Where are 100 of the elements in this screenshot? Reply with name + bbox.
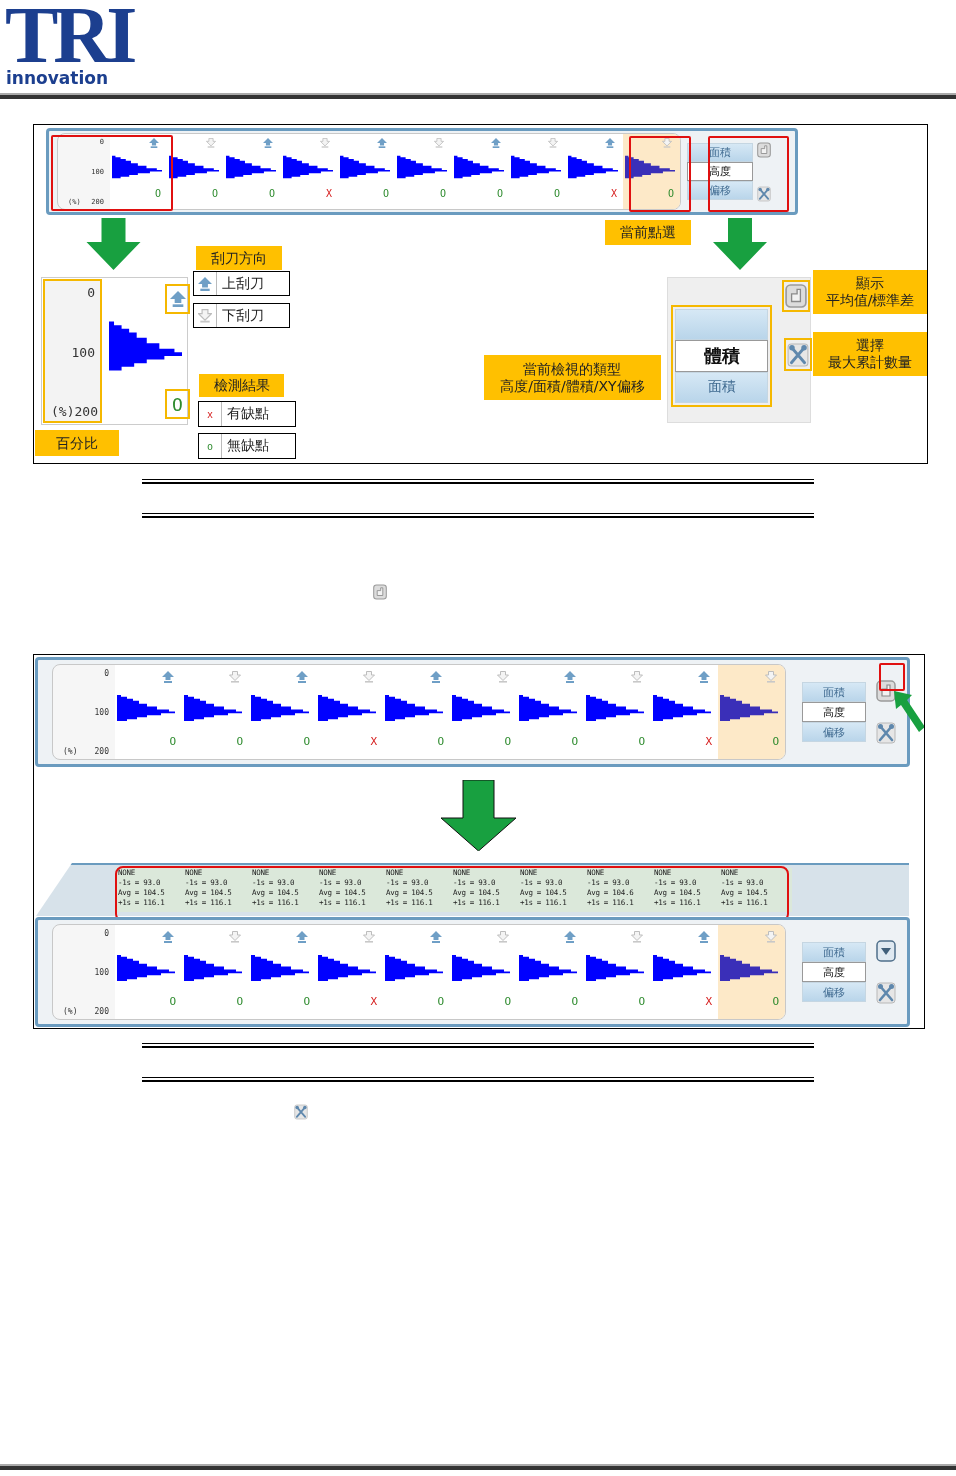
histogram-cell[interactable]: O xyxy=(110,134,167,209)
tools-icon[interactable] xyxy=(876,982,896,1004)
result-mark: O xyxy=(439,188,446,199)
histogram-drawing xyxy=(653,953,711,983)
histogram-cell[interactable]: O xyxy=(383,665,450,759)
type-option[interactable]: 面積 xyxy=(687,143,753,162)
logo-tagline: innovation xyxy=(6,68,108,88)
axis-label: 200 xyxy=(74,404,98,419)
result-mark: O xyxy=(236,735,243,748)
histogram-drawing xyxy=(318,953,376,983)
callout-label: 刮刀方向 xyxy=(196,246,282,270)
type-option[interactable]: 高度 xyxy=(687,162,753,181)
histogram-cell[interactable]: X xyxy=(316,925,383,1019)
histogram-drawing xyxy=(586,693,644,723)
histogram-cell[interactable]: O xyxy=(517,665,584,759)
stats-icon[interactable] xyxy=(373,584,387,600)
histogram-cell[interactable]: X xyxy=(651,925,718,1019)
callout-label: 當前點選 xyxy=(605,220,691,245)
histogram-cell[interactable]: O xyxy=(182,665,249,759)
legend-label: 上刮刀 xyxy=(222,274,264,293)
result-mark: O xyxy=(382,188,389,199)
histogram-cell[interactable]: X xyxy=(316,665,383,759)
histogram-cell[interactable]: O xyxy=(452,134,509,209)
histogram-cell[interactable]: O xyxy=(395,134,452,209)
type-option[interactable] xyxy=(675,309,768,341)
stats-icon[interactable] xyxy=(757,141,771,158)
histogram-drawing xyxy=(568,154,618,180)
result-mark: O xyxy=(504,735,511,748)
histogram-drawing xyxy=(318,693,376,723)
result-mark: X xyxy=(370,995,377,1008)
histogram-cell[interactable]: O xyxy=(383,925,450,1019)
histogram-drawing xyxy=(226,154,276,180)
result-mark: X xyxy=(705,735,712,748)
result-mark: X xyxy=(705,995,712,1008)
histogram-cell[interactable]: O xyxy=(509,134,566,209)
result-mark: O xyxy=(268,188,275,199)
legend-label: 有缺點 xyxy=(227,405,269,423)
result-mark: O xyxy=(169,735,176,748)
histogram-cell[interactable]: O xyxy=(115,665,182,759)
histogram-drawing xyxy=(385,953,443,983)
histogram-drawing xyxy=(184,953,242,983)
histogram-cell[interactable]: X xyxy=(566,134,623,209)
type-option[interactable]: 偏移 xyxy=(802,982,866,1002)
axis-label: 100 xyxy=(94,708,109,717)
histogram-cell[interactable]: O xyxy=(718,665,785,759)
histogram-drawing xyxy=(397,154,447,180)
histogram-cell[interactable]: O xyxy=(115,925,182,1019)
histogram-drawing xyxy=(251,693,309,723)
axis-label: 200 xyxy=(94,747,109,756)
result-mark: O xyxy=(667,188,674,199)
histogram-drawing xyxy=(251,953,309,983)
result-mark: O xyxy=(303,995,310,1008)
histogram-cell[interactable]: O xyxy=(517,925,584,1019)
result-mark: O xyxy=(437,735,444,748)
type-option[interactable]: 面積 xyxy=(802,682,866,702)
result-mark: O xyxy=(571,995,578,1008)
histogram-cell[interactable]: O xyxy=(584,665,651,759)
histogram-cell[interactable]: O xyxy=(167,134,224,209)
type-option[interactable]: 面積 xyxy=(675,371,768,403)
histogram-drawing xyxy=(653,693,711,723)
histogram-cell[interactable]: O xyxy=(450,925,517,1019)
axis-label: 0 xyxy=(104,669,109,678)
histogram-cell[interactable]: O xyxy=(182,925,249,1019)
pointer-arrow xyxy=(713,218,767,270)
histogram-cell[interactable]: O xyxy=(249,665,316,759)
type-option[interactable]: 偏移 xyxy=(802,722,866,742)
histogram-cell[interactable]: X xyxy=(651,665,718,759)
tools-icon[interactable] xyxy=(876,722,896,744)
type-option[interactable]: 偏移 xyxy=(687,181,753,200)
histogram-drawing xyxy=(625,154,675,180)
tools-icon[interactable] xyxy=(757,185,771,202)
type-option[interactable]: 體積 xyxy=(675,340,768,372)
callout-label: 當前檢視的類型 高度/面積/體積/XY偏移 xyxy=(484,355,661,400)
histogram-drawing xyxy=(283,154,333,180)
histogram-cell[interactable]: X xyxy=(281,134,338,209)
tools-icon[interactable] xyxy=(294,1104,308,1120)
histogram-cell[interactable]: O xyxy=(249,925,316,1019)
axis-label: 100 xyxy=(71,344,95,360)
type-option[interactable]: 高度 xyxy=(802,702,866,722)
type-option[interactable]: 高度 xyxy=(802,962,866,982)
result-mark: O xyxy=(553,188,560,199)
result-mark: X xyxy=(325,188,332,199)
histogram-cell[interactable]: O xyxy=(623,134,680,209)
type-option[interactable]: 面積 xyxy=(802,942,866,962)
histogram-drawing xyxy=(184,693,242,723)
histogram-drawing xyxy=(519,693,577,723)
histogram-cell[interactable]: O xyxy=(584,925,651,1019)
histogram-drawing xyxy=(117,953,175,983)
caret-down-icon[interactable] xyxy=(876,940,896,962)
histogram-cell[interactable]: O xyxy=(224,134,281,209)
result-mark: O xyxy=(504,995,511,1008)
result-mark: o xyxy=(207,440,213,452)
histogram-drawing xyxy=(340,154,390,180)
result-mark: O xyxy=(172,393,183,415)
histogram-cell[interactable]: O xyxy=(718,925,785,1019)
histogram-cell[interactable]: O xyxy=(450,665,517,759)
histogram-drawing xyxy=(385,693,443,723)
legend-label: 下刮刀 xyxy=(222,306,264,325)
result-mark: O xyxy=(169,995,176,1008)
histogram-cell[interactable]: O xyxy=(338,134,395,209)
